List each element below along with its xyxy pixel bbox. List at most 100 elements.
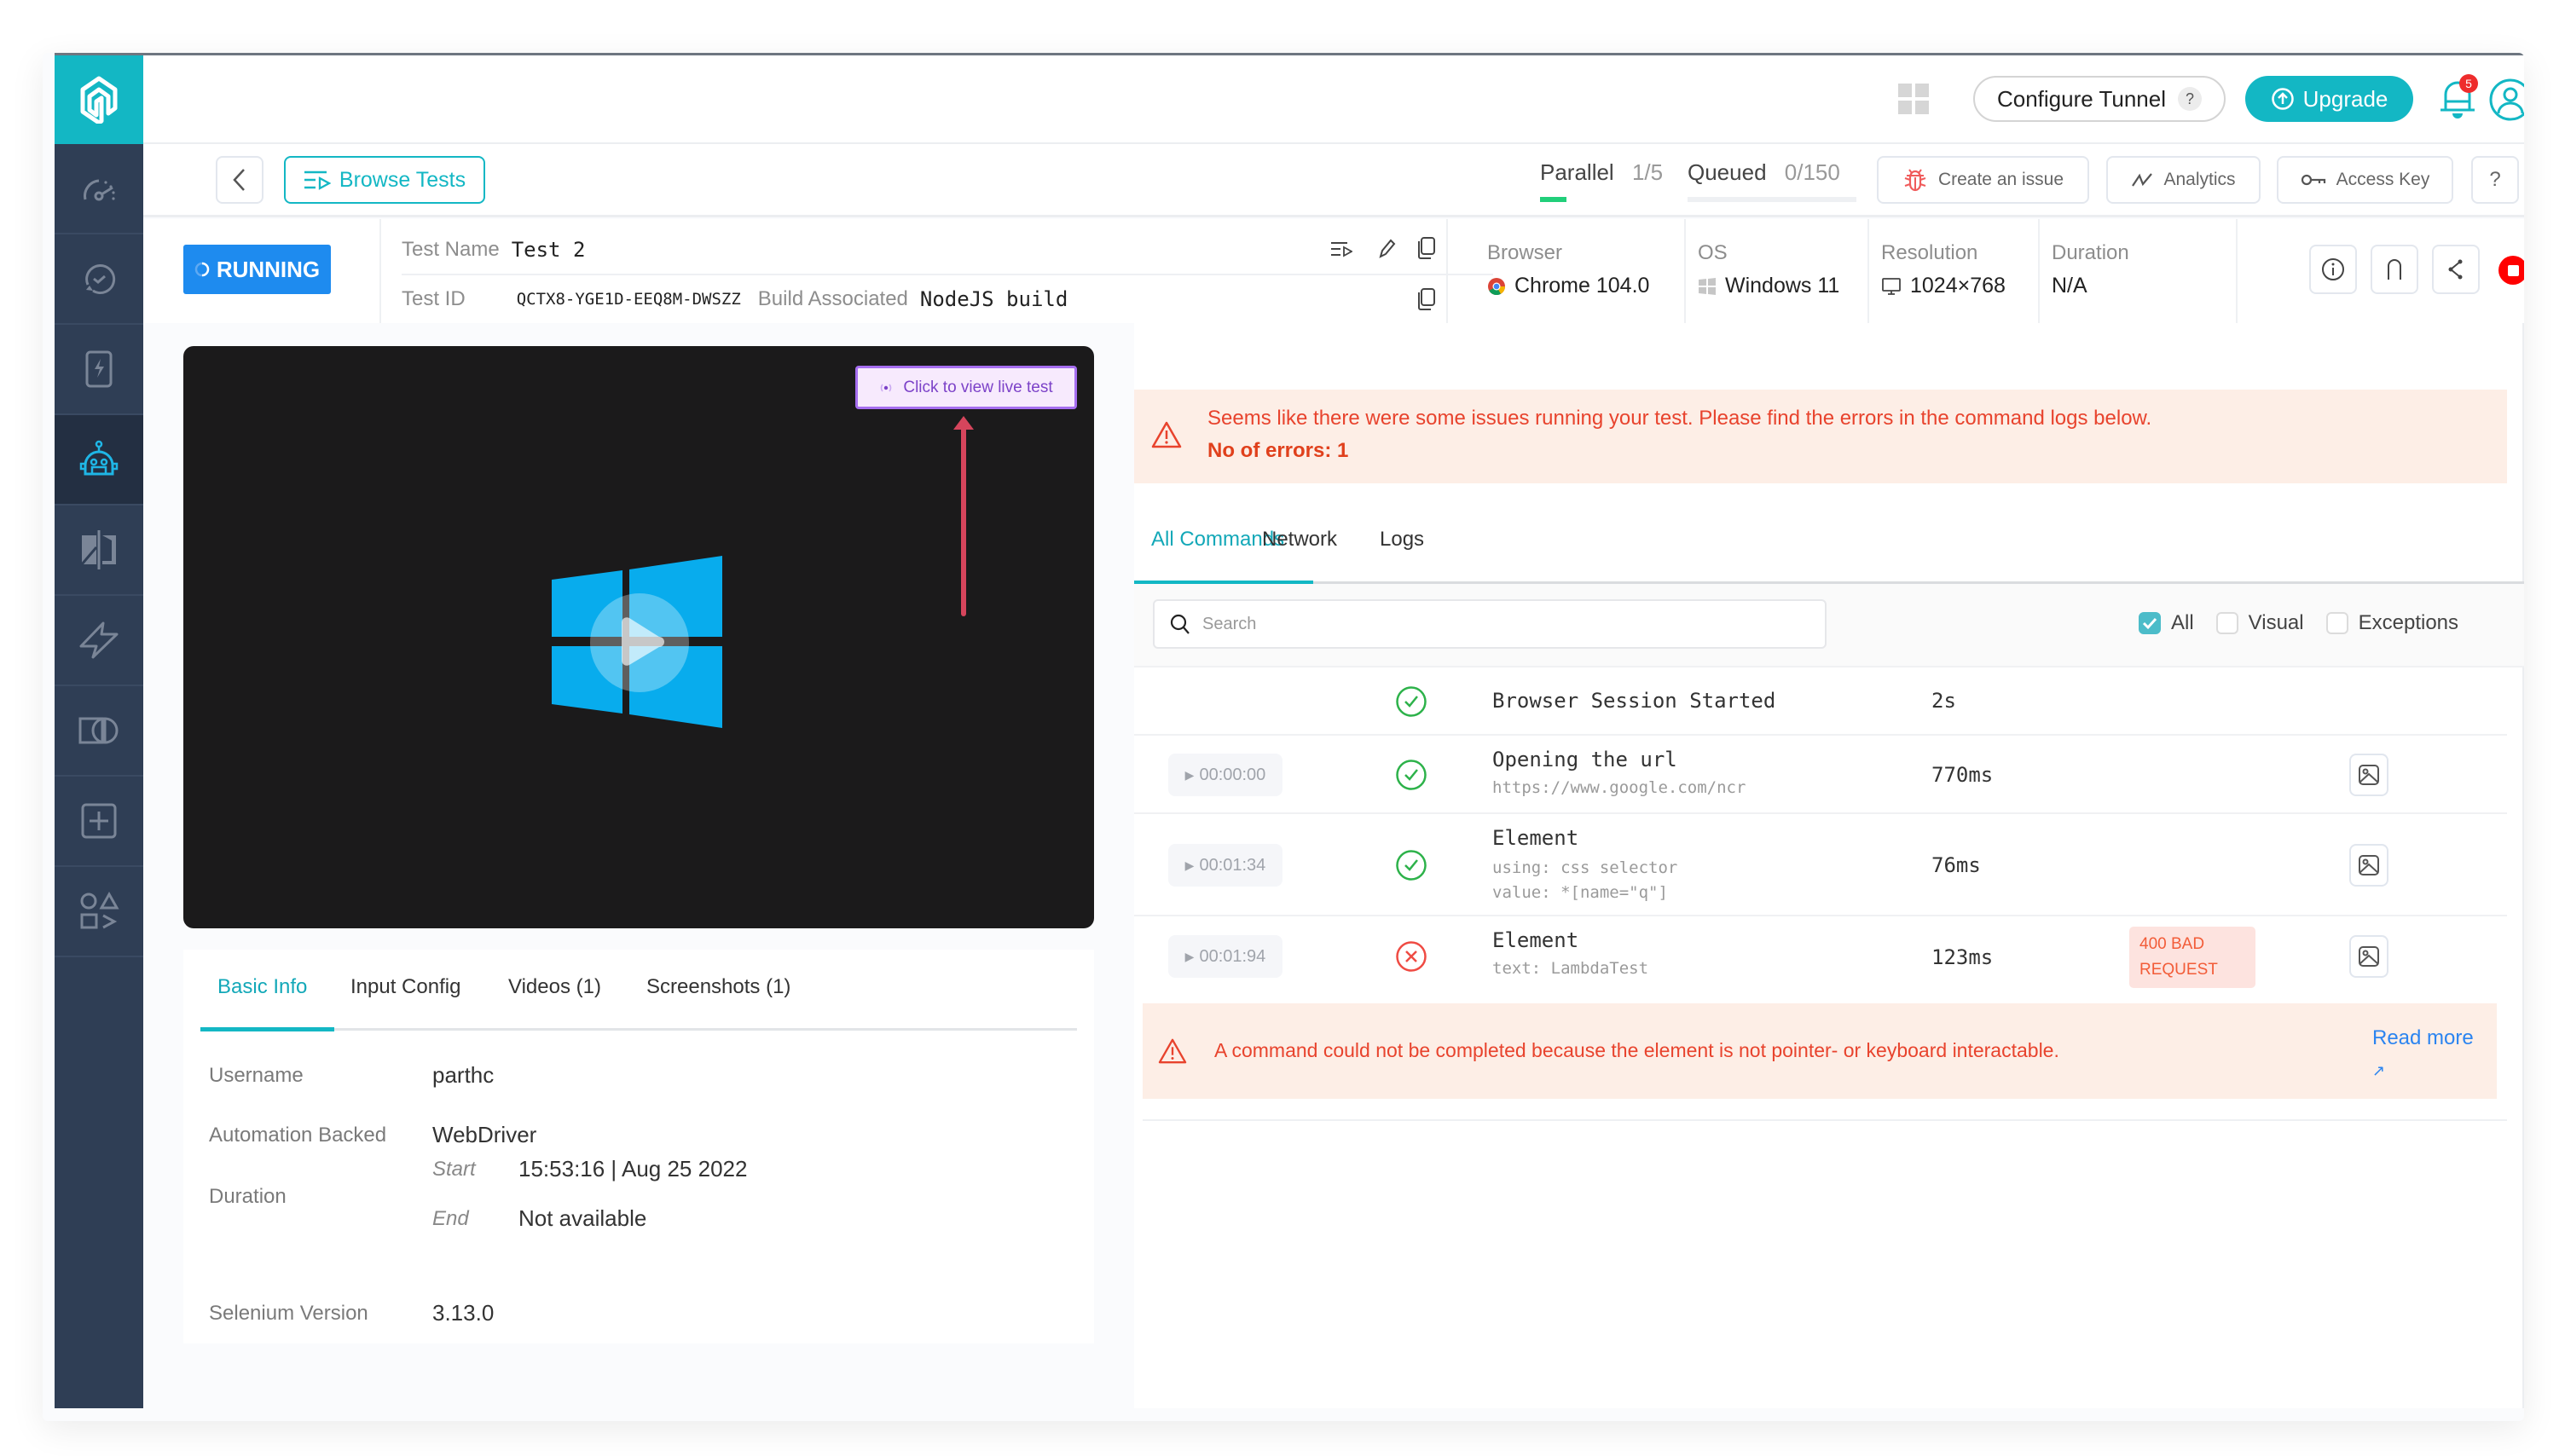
sidebar-item-app-testing[interactable] xyxy=(55,325,143,415)
tab-videos[interactable]: Videos (1) xyxy=(508,975,601,999)
tab-input-config[interactable]: Input Config xyxy=(350,975,460,999)
analytics-button[interactable]: Analytics xyxy=(2106,156,2261,204)
info-button[interactable] xyxy=(2309,245,2357,294)
share-button[interactable] xyxy=(2432,245,2480,294)
user-avatar-icon[interactable] xyxy=(2488,78,2524,122)
filter-all-checkbox[interactable] xyxy=(2139,612,2161,634)
command-error-banner: A command could not be completed because… xyxy=(1143,1003,2497,1099)
tab-basic-info[interactable]: Basic Info xyxy=(217,975,307,999)
error-count: No of errors: 1 xyxy=(1207,439,1349,462)
error-x-icon xyxy=(1396,941,1427,972)
lambdatest-logo[interactable] xyxy=(55,55,143,144)
upgrade-button[interactable]: Upgrade xyxy=(2245,76,2413,122)
queued-label: Queued xyxy=(1688,159,1767,185)
screenshot-button[interactable] xyxy=(2349,844,2388,887)
username-label: Username xyxy=(209,1064,304,1087)
lightning-icon xyxy=(79,621,119,659)
selenium-label: Selenium Version xyxy=(209,1302,368,1325)
copy-icon[interactable] xyxy=(1417,236,1436,260)
build-label: Build Associated xyxy=(757,287,908,310)
list-play-icon[interactable] xyxy=(1330,240,1352,257)
timestamp-button[interactable]: ▶ 00:01:34 xyxy=(1168,844,1282,887)
sidebar-item-smartui[interactable] xyxy=(55,686,143,777)
warning-icon xyxy=(1158,1038,1187,1064)
sidebar-item-dashboard[interactable] xyxy=(55,144,143,234)
bug-icon xyxy=(1904,169,1926,192)
stop-test-button[interactable] xyxy=(2498,256,2524,285)
sidebar-item-add[interactable] xyxy=(55,777,143,867)
command-row[interactable]: ▶ 00:01:94 Element text: LambdaTest 123ms… xyxy=(1134,916,2507,997)
command-row[interactable]: ▶ 00:00:00 Opening the url https://www.go… xyxy=(1134,736,2507,814)
queued-indicator xyxy=(1688,197,1856,202)
sidebar-item-integrations[interactable] xyxy=(55,867,143,957)
tab-logs[interactable]: Logs xyxy=(1380,528,1424,552)
view-live-test-button[interactable]: Click to view live test xyxy=(855,366,1077,409)
command-duration: 770ms xyxy=(1931,763,1994,787)
add-box-icon xyxy=(81,803,117,839)
status-label: RUNNING xyxy=(216,256,321,282)
command-title: Element xyxy=(1492,928,1579,952)
windows-icon xyxy=(1699,277,1716,295)
chrome-icon xyxy=(1488,277,1506,295)
stop-icon xyxy=(2507,264,2519,276)
test-id-value: QCTX8-YGE1D-EEQ8M-DWSZZ xyxy=(516,290,741,309)
notifications-button[interactable]: 5 xyxy=(2437,74,2480,122)
logo-icon xyxy=(80,76,118,124)
command-duration: 2s xyxy=(1931,689,1956,713)
automation-label: Automation Backed xyxy=(209,1124,387,1147)
screenshot-button[interactable] xyxy=(2349,754,2388,796)
sidebar-item-realtime[interactable] xyxy=(55,234,143,325)
search-input[interactable]: Search xyxy=(1153,599,1827,649)
edit-pencil-icon[interactable] xyxy=(1377,238,1396,260)
filter-visual-checkbox[interactable] xyxy=(2215,612,2238,634)
magnet-icon xyxy=(2388,259,2401,280)
success-check-icon xyxy=(1396,686,1427,717)
screenshot-button[interactable] xyxy=(2349,935,2388,978)
command-log-panel: Seems like there were some issues runnin… xyxy=(1134,323,2524,1408)
username-value: parthc xyxy=(432,1062,495,1088)
compare-icon xyxy=(80,530,116,569)
tab-screenshots[interactable]: Screenshots (1) xyxy=(646,975,790,999)
build-value[interactable]: NodeJS build xyxy=(920,287,1068,311)
magnet-button[interactable] xyxy=(2371,245,2418,294)
timestamp-button[interactable]: ▶ 00:01:94 xyxy=(1168,935,1282,978)
video-player[interactable]: Click to view live test xyxy=(183,346,1094,928)
sidebar-item-automation[interactable] xyxy=(55,415,143,506)
browser-label: Browser xyxy=(1487,241,1563,264)
create-issue-button[interactable]: Create an issue xyxy=(1877,156,2089,204)
timestamp-value: 00:01:94 xyxy=(1199,946,1266,966)
search-placeholder: Search xyxy=(1202,614,1257,633)
filter-exceptions-checkbox[interactable] xyxy=(2325,612,2348,634)
trend-line-icon xyxy=(2132,173,2153,187)
search-icon xyxy=(1170,614,1190,634)
back-button[interactable] xyxy=(216,156,263,204)
configure-tunnel-button[interactable]: Configure Tunnel ? xyxy=(1973,76,2226,122)
play-icon: ▶ xyxy=(1184,949,1195,963)
sidebar-item-hyperexecute[interactable] xyxy=(55,596,143,686)
os-label: OS xyxy=(1698,241,1728,264)
timestamp-button[interactable]: ▶ 00:00:00 xyxy=(1168,754,1282,796)
parallel-counter[interactable]: Parallel 1/5 xyxy=(1540,159,1663,202)
divider xyxy=(2236,219,2238,323)
queued-counter[interactable]: Queued 0/150 xyxy=(1688,159,1856,202)
divider xyxy=(1867,219,1869,323)
test-details-card: Basic Info Input Config Videos (1) Scree… xyxy=(183,950,1094,1343)
command-row[interactable]: ▶ 00:01:34 Element using: css selector va… xyxy=(1134,814,2507,916)
error-status-badge: 400 BAD REQUEST xyxy=(2129,927,2255,988)
tab-network[interactable]: Network xyxy=(1262,528,1337,552)
apps-shapes-icon xyxy=(80,891,119,929)
read-more-link[interactable]: Read more ↗ xyxy=(2372,1022,2474,1087)
help-label: ? xyxy=(2489,168,2501,191)
help-button[interactable]: ? xyxy=(2471,156,2519,204)
copy-icon[interactable] xyxy=(1417,287,1436,311)
divider xyxy=(2038,219,2040,323)
apps-grid-icon[interactable] xyxy=(1898,84,1929,114)
test-name-field: Test Name Test 2 xyxy=(402,233,1425,267)
browse-tests-button[interactable]: Browse Tests xyxy=(284,156,485,204)
access-key-button[interactable]: Access Key xyxy=(2277,156,2453,204)
sidebar-item-visual-testing[interactable] xyxy=(55,506,143,596)
tunnel-help-icon[interactable]: ? xyxy=(2178,87,2203,111)
timestamp-value: 00:01:34 xyxy=(1199,855,1266,875)
command-row[interactable]: Browser Session Started 2s xyxy=(1134,667,2507,736)
os-field: OS Windows 11 xyxy=(1698,241,1839,298)
